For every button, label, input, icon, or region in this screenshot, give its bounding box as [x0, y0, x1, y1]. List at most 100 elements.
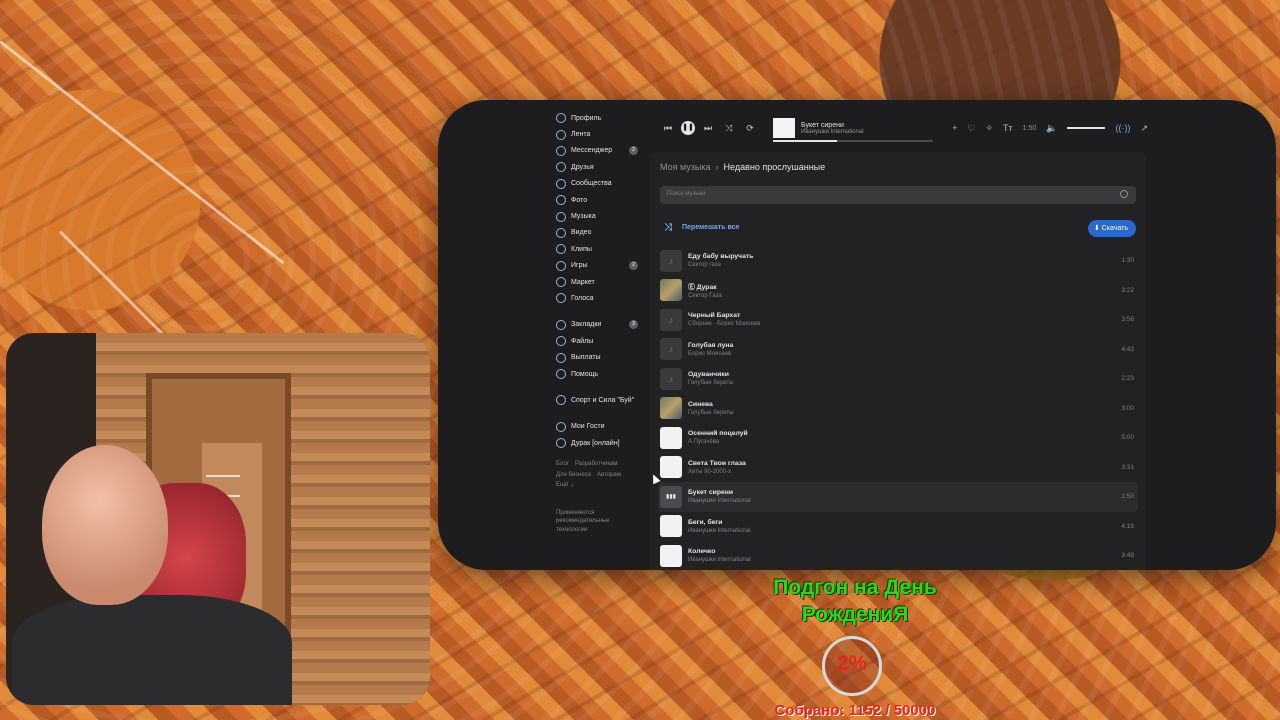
- previous-icon[interactable]: ⏮: [660, 123, 676, 134]
- track-row[interactable]: Ⓔ Дурак Сектор Газа 3:22: [658, 276, 1138, 306]
- track-title: Букет сирени: [688, 489, 734, 497]
- share-icon[interactable]: ↗: [1140, 123, 1148, 134]
- count-badge: 2: [629, 146, 638, 156]
- bookmarks-icon: [556, 319, 566, 330]
- sidebar-item-label: Друзья: [571, 163, 594, 171]
- download-label: Скачать: [1101, 225, 1128, 232]
- footer-authors-link[interactable]: Авторам: [597, 472, 621, 478]
- album-cover[interactable]: [660, 397, 682, 420]
- sidebar-item-label: Профиль: [571, 114, 602, 122]
- track-row[interactable]: Синева Голубые береты 3:00: [658, 394, 1138, 424]
- download-icon: ⬇: [1093, 225, 1100, 232]
- track-artist[interactable]: Сектор Газа: [688, 293, 722, 299]
- music-note-icon[interactable]: ♪: [660, 367, 682, 390]
- sidebar-item-label: Клипы: [571, 245, 592, 253]
- track-title: Беги, беги: [688, 518, 723, 526]
- track-artist[interactable]: Сборник - Борис Моисеев: [688, 321, 760, 327]
- sidebar-item-label: Лента: [571, 131, 591, 139]
- track-artist[interactable]: Голубые береты: [688, 410, 734, 416]
- lyrics-icon[interactable]: Tт: [1003, 123, 1013, 133]
- track-row[interactable]: Света Твои глаза Хиты 90-2000-х 3:31: [658, 453, 1138, 483]
- person-body: [12, 595, 292, 705]
- track-row[interactable]: ♪ Еду бабу выручать Сектор газа 1:30: [658, 246, 1138, 276]
- music-note-icon[interactable]: ♪: [660, 249, 682, 272]
- track-duration: 3:49: [1121, 552, 1134, 560]
- pause-button[interactable]: ❚❚: [681, 121, 695, 135]
- album-cover[interactable]: [660, 544, 682, 567]
- music-panel: Моя музыка › Недавно прослушанные Поиск …: [650, 152, 1146, 570]
- playback-progress[interactable]: [773, 139, 933, 142]
- repeat-icon[interactable]: ⟳: [742, 123, 758, 134]
- game-icon: [556, 421, 566, 432]
- album-cover[interactable]: [660, 426, 682, 449]
- sidebar-item-label: Спорт и Сила "Буй": [571, 396, 635, 404]
- album-cover[interactable]: [660, 456, 682, 479]
- track-row[interactable]: ♪ Одуванчики Голубые береты 2:23: [658, 364, 1138, 394]
- sidebar-item-label: Фото: [571, 196, 588, 204]
- messenger-icon: [556, 145, 566, 156]
- music-note-icon[interactable]: ♪: [660, 308, 682, 331]
- broadcast-icon[interactable]: ((·)): [1115, 123, 1130, 133]
- footer-dev-link[interactable]: Разработчикам: [575, 461, 618, 467]
- track-row[interactable]: Колечко Иванушки International 3:49: [658, 541, 1138, 570]
- playing-indicator-icon[interactable]: ▮▮▮: [660, 485, 682, 508]
- track-title: Ⓔ Дурак: [688, 284, 717, 292]
- track-duration: 4:43: [1121, 345, 1134, 353]
- dislike-icon[interactable]: ♡: [967, 123, 975, 134]
- track-row[interactable]: ▮▮▮ Букет сирени Иванушки International 1:5…: [658, 482, 1138, 512]
- track-artist[interactable]: Борис Моисеев: [688, 351, 733, 357]
- sidebar-item-label: Дурак [онлайн]: [571, 439, 620, 447]
- track-artist[interactable]: Иванушки International: [688, 498, 751, 504]
- recommendation-note[interactable]: Применяются рекомендательные технологии: [556, 509, 636, 535]
- market-icon: [556, 277, 566, 288]
- add-icon[interactable]: +: [952, 123, 957, 133]
- track-title: Голубая луна: [688, 341, 734, 349]
- feed-icon: [556, 129, 566, 140]
- files-icon: [556, 336, 566, 347]
- volume-slider[interactable]: [1067, 127, 1106, 129]
- track-title: Света Твои глаза: [688, 459, 746, 467]
- search-icon[interactable]: [1120, 190, 1128, 198]
- track-title: Одуванчики: [688, 371, 729, 379]
- track-artist[interactable]: Сектор газа: [688, 262, 753, 268]
- track-row[interactable]: ♪ Черный Бархат Сборник - Борис Моисеев 3:5…: [658, 305, 1138, 335]
- votes-icon: [556, 293, 566, 304]
- footer-more-link[interactable]: Ещё ⌄: [556, 482, 575, 488]
- track-row[interactable]: ♪ Голубая луна Борис Моисеев 4:43: [658, 335, 1138, 365]
- shuffle-icon[interactable]: ⤨: [721, 123, 737, 134]
- track-duration: 1:30: [1121, 257, 1134, 265]
- track-artist[interactable]: Голубые береты: [688, 380, 734, 386]
- track-artist[interactable]: А.Пугачёва: [688, 439, 748, 445]
- sparkle-icon[interactable]: ✧: [985, 123, 993, 134]
- door-line: [206, 475, 240, 477]
- track-row[interactable]: Осенний поцелуй А.Пугачёва 5:00: [658, 423, 1138, 453]
- track-row[interactable]: Беги, беги Иванушки International 4:19: [658, 512, 1138, 542]
- now-playing-info[interactable]: Букет сирени Иванушки International: [773, 122, 941, 142]
- donation-percent: 2%: [836, 652, 868, 675]
- count-badge: 3: [629, 320, 638, 330]
- next-icon[interactable]: ⏭: [700, 123, 716, 134]
- volume-icon[interactable]: 🔈: [1046, 123, 1057, 134]
- download-button[interactable]: ⬇ Скачать: [1087, 220, 1136, 237]
- shuffle-all-button[interactable]: ⤨ Перемешать все: [664, 222, 739, 233]
- footer-business-link[interactable]: Для бизнеса: [556, 472, 591, 478]
- game-icon: [556, 438, 566, 449]
- album-cover[interactable]: [660, 515, 682, 538]
- person-head: [42, 445, 168, 605]
- music-search-input[interactable]: Поиск музыки: [660, 186, 1136, 204]
- music-note-icon[interactable]: ♪: [660, 338, 682, 361]
- track-artist[interactable]: Хиты 90-2000-х: [688, 469, 746, 475]
- breadcrumb-current: Недавно прослушанные: [723, 162, 826, 172]
- search-placeholder: Поиск музыки: [667, 191, 706, 197]
- track-artist[interactable]: Иванушки International: [688, 528, 751, 534]
- sidebar-item-label: Помощь: [571, 370, 599, 378]
- friends-icon: [556, 162, 566, 173]
- communities-icon: [556, 178, 566, 189]
- sidebar-item-label: Игры: [571, 262, 588, 270]
- album-cover[interactable]: [660, 279, 682, 302]
- group-icon: [556, 395, 566, 406]
- track-artist[interactable]: Иванушки International: [688, 557, 751, 563]
- breadcrumb-my-music[interactable]: Моя музыка: [660, 162, 711, 172]
- shuffle-icon: ⤨: [664, 222, 672, 233]
- footer-blog-link[interactable]: Блог: [556, 461, 569, 467]
